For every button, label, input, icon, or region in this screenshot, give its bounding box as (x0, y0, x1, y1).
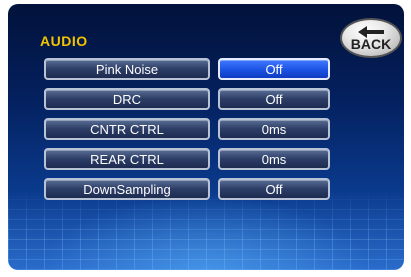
downsampling-value[interactable]: Off (218, 178, 330, 200)
audio-settings-screen: AUDIO BACK Pink Noise Off DRC Off CNTR C… (8, 4, 404, 270)
setting-row-cntr-ctrl: CNTR CTRL 0ms (44, 118, 330, 140)
cntr-ctrl-value[interactable]: 0ms (218, 118, 330, 140)
setting-row-rear-ctrl: REAR CTRL 0ms (44, 148, 330, 170)
drc-button[interactable]: DRC (44, 88, 210, 110)
downsampling-button[interactable]: DownSampling (44, 178, 210, 200)
rear-ctrl-value[interactable]: 0ms (218, 148, 330, 170)
background-grid (8, 190, 404, 270)
setting-row-downsampling: DownSampling Off (44, 178, 330, 200)
back-button-label: BACK (350, 36, 392, 52)
page-title: AUDIO (40, 33, 88, 49)
rear-ctrl-button[interactable]: REAR CTRL (44, 148, 210, 170)
pink-noise-value[interactable]: Off (218, 58, 330, 80)
drc-value[interactable]: Off (218, 88, 330, 110)
setting-row-drc: DRC Off (44, 88, 330, 110)
back-button[interactable]: BACK (340, 18, 402, 58)
setting-row-pink-noise: Pink Noise Off (44, 58, 330, 80)
pink-noise-button[interactable]: Pink Noise (44, 58, 210, 80)
cntr-ctrl-button[interactable]: CNTR CTRL (44, 118, 210, 140)
